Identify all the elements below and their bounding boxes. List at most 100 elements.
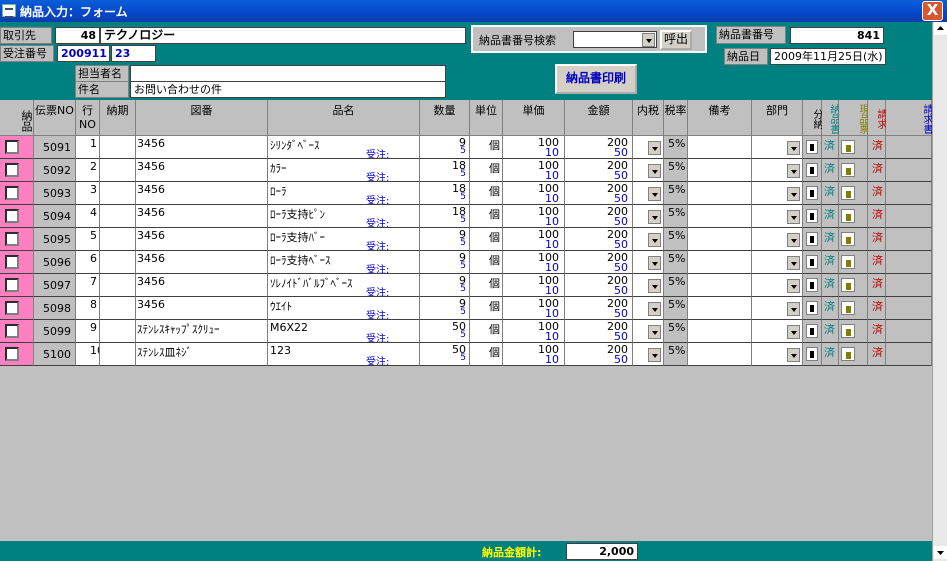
delivery-no-field[interactable]: 841 <box>790 27 884 44</box>
item-tag-cell[interactable] <box>839 274 868 297</box>
unit-price-cell[interactable]: 100 10 <box>503 228 565 251</box>
department-cell[interactable] <box>752 136 803 159</box>
unit-price-cell[interactable]: 100 10 <box>503 343 565 366</box>
delivered-checkbox[interactable] <box>5 278 19 292</box>
remarks-cell[interactable] <box>688 159 752 182</box>
remarks-cell[interactable] <box>688 228 752 251</box>
department-dropdown-icon[interactable] <box>787 348 800 362</box>
tax-dropdown-icon[interactable] <box>648 233 661 247</box>
delivered-checkbox[interactable] <box>5 301 19 315</box>
amount-cell[interactable]: 200 50 <box>565 182 633 205</box>
tax-included-cell[interactable] <box>633 182 664 205</box>
item-tag-cell[interactable] <box>839 205 868 228</box>
delivered-checkbox[interactable] <box>5 163 19 177</box>
amount-cell[interactable]: 200 50 <box>565 320 633 343</box>
line-no-cell[interactable]: 10 <box>76 343 100 366</box>
item-tag-button[interactable] <box>841 186 855 200</box>
tax-dropdown-icon[interactable] <box>648 302 661 316</box>
item-name-cell[interactable]: ｶﾗｰ 受注: <box>268 159 420 182</box>
partial-button[interactable] <box>806 255 818 269</box>
due-date-cell[interactable] <box>100 182 136 205</box>
partial-cell[interactable] <box>803 343 822 366</box>
tax-dropdown-icon[interactable] <box>648 325 661 339</box>
amount-cell[interactable]: 200 50 <box>565 343 633 366</box>
partial-cell[interactable] <box>803 182 822 205</box>
due-date-cell[interactable] <box>100 159 136 182</box>
scroll-up-icon[interactable] <box>934 22 947 35</box>
tax-included-cell[interactable] <box>633 320 664 343</box>
amount-cell[interactable]: 200 50 <box>565 159 633 182</box>
item-tag-cell[interactable] <box>839 251 868 274</box>
delivered-cell[interactable] <box>0 274 34 297</box>
delivered-cell[interactable] <box>0 136 34 159</box>
unit-cell[interactable]: 個 <box>470 182 503 205</box>
unit-cell[interactable]: 個 <box>470 297 503 320</box>
quantity-cell[interactable]: 95 <box>420 136 470 159</box>
tax-dropdown-icon[interactable] <box>648 164 661 178</box>
amount-cell[interactable]: 200 50 <box>565 228 633 251</box>
remarks-cell[interactable] <box>688 343 752 366</box>
due-date-cell[interactable] <box>100 251 136 274</box>
due-date-cell[interactable] <box>100 205 136 228</box>
tax-included-cell[interactable] <box>633 228 664 251</box>
unit-cell[interactable]: 個 <box>470 274 503 297</box>
department-cell[interactable] <box>752 274 803 297</box>
amount-cell[interactable]: 200 50 <box>565 297 633 320</box>
delivered-checkbox[interactable] <box>5 186 19 200</box>
department-cell[interactable] <box>752 159 803 182</box>
due-date-cell[interactable] <box>100 136 136 159</box>
tax-dropdown-icon[interactable] <box>648 210 661 224</box>
partial-cell[interactable] <box>803 205 822 228</box>
department-dropdown-icon[interactable] <box>787 141 800 155</box>
department-dropdown-icon[interactable] <box>787 187 800 201</box>
quantity-cell[interactable]: 95 <box>420 228 470 251</box>
department-dropdown-icon[interactable] <box>787 279 800 293</box>
call-button[interactable]: 呼出 <box>660 30 692 50</box>
due-date-cell[interactable] <box>100 228 136 251</box>
line-no-cell[interactable]: 7 <box>76 274 100 297</box>
item-tag-button[interactable] <box>841 301 855 315</box>
print-delivery-button[interactable]: 納品書印刷 <box>555 64 637 94</box>
line-no-cell[interactable]: 4 <box>76 205 100 228</box>
partial-cell[interactable] <box>803 251 822 274</box>
department-dropdown-icon[interactable] <box>787 256 800 270</box>
amount-cell[interactable]: 200 50 <box>565 205 633 228</box>
line-no-cell[interactable]: 3 <box>76 182 100 205</box>
tax-dropdown-icon[interactable] <box>648 256 661 270</box>
remarks-cell[interactable] <box>688 136 752 159</box>
partial-cell[interactable] <box>803 297 822 320</box>
line-no-cell[interactable]: 5 <box>76 228 100 251</box>
delivered-cell[interactable] <box>0 228 34 251</box>
drawing-no-cell[interactable]: 3456 <box>136 159 268 182</box>
item-tag-cell[interactable] <box>839 228 868 251</box>
drawing-no-cell[interactable]: 3456 <box>136 182 268 205</box>
tax-included-cell[interactable] <box>633 159 664 182</box>
item-tag-button[interactable] <box>841 163 855 177</box>
line-no-cell[interactable]: 8 <box>76 297 100 320</box>
delivered-cell[interactable] <box>0 297 34 320</box>
unit-price-cell[interactable]: 100 10 <box>503 182 565 205</box>
quantity-cell[interactable]: 95 <box>420 251 470 274</box>
quantity-cell[interactable]: 50 5 <box>420 343 470 366</box>
quantity-cell[interactable]: 95 <box>420 297 470 320</box>
line-no-cell[interactable]: 1 <box>76 136 100 159</box>
delivered-cell[interactable] <box>0 320 34 343</box>
tax-included-cell[interactable] <box>633 136 664 159</box>
remarks-cell[interactable] <box>688 297 752 320</box>
delivered-cell[interactable] <box>0 205 34 228</box>
remarks-cell[interactable] <box>688 182 752 205</box>
tax-included-cell[interactable] <box>633 251 664 274</box>
remarks-cell[interactable] <box>688 274 752 297</box>
delivered-checkbox[interactable] <box>5 255 19 269</box>
search-dropdown-icon[interactable] <box>642 33 655 47</box>
item-name-cell[interactable]: 123 受注: <box>268 343 420 366</box>
remarks-cell[interactable] <box>688 205 752 228</box>
unit-price-cell[interactable]: 100 10 <box>503 159 565 182</box>
tax-dropdown-icon[interactable] <box>648 348 661 362</box>
due-date-cell[interactable] <box>100 343 136 366</box>
partial-button[interactable] <box>806 186 818 200</box>
delivered-checkbox[interactable] <box>5 347 19 361</box>
delivered-cell[interactable] <box>0 182 34 205</box>
due-date-cell[interactable] <box>100 274 136 297</box>
delivered-cell[interactable] <box>0 159 34 182</box>
